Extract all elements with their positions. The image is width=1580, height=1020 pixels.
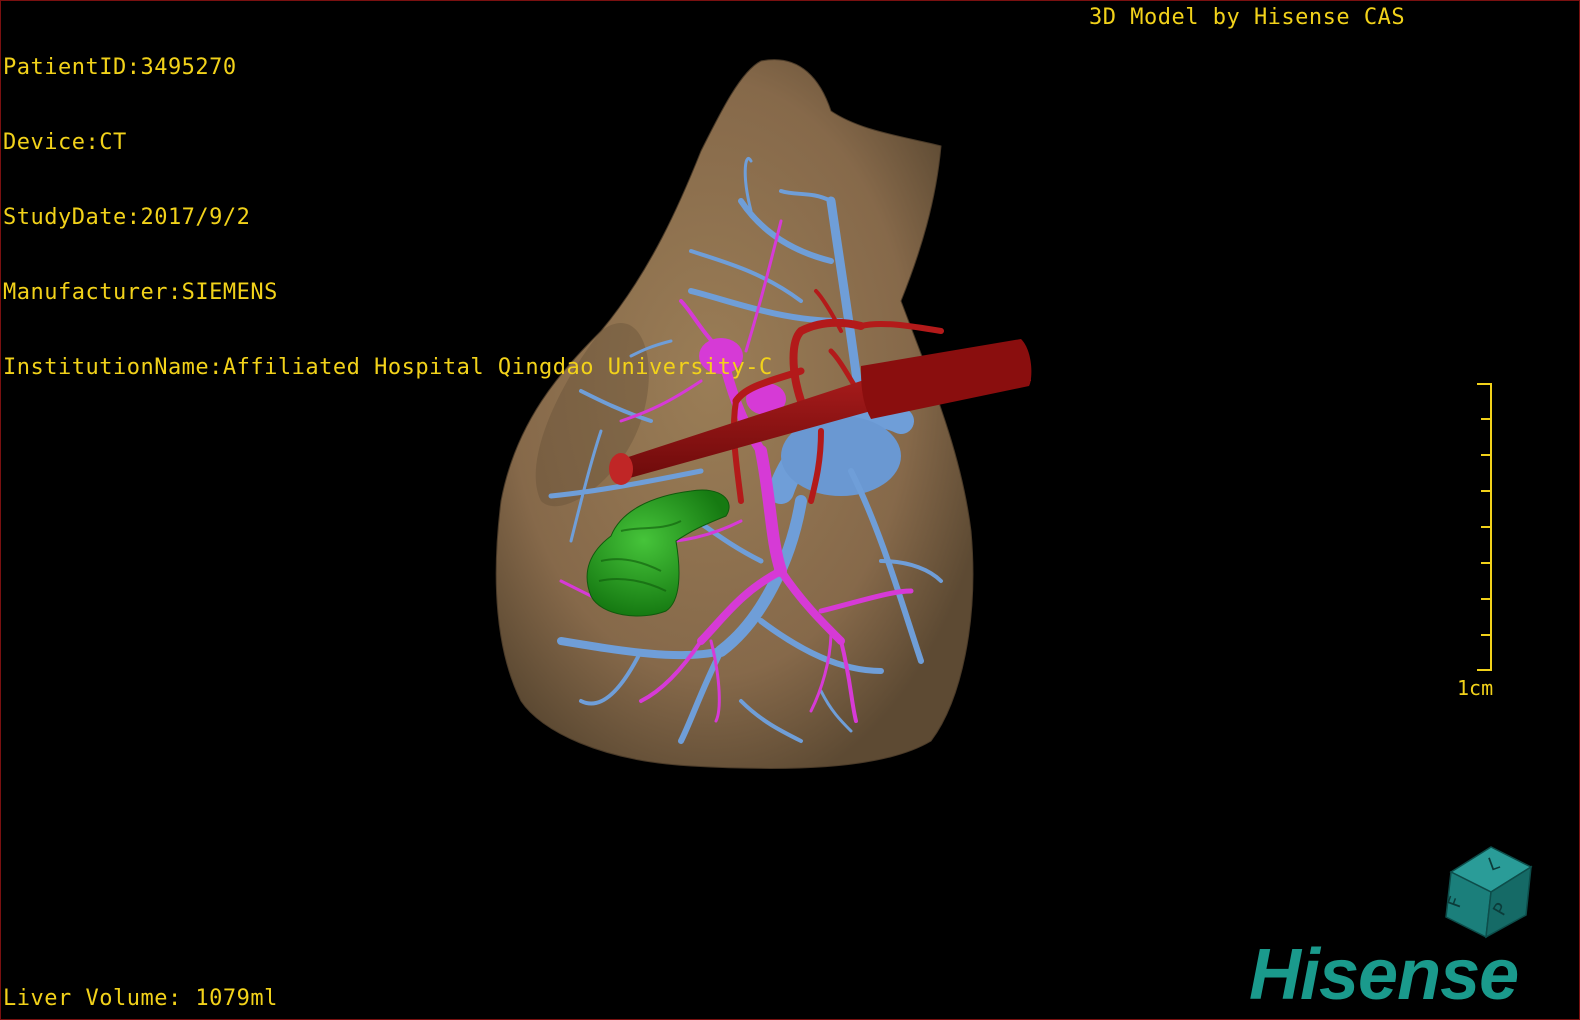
scale-label: 1cm xyxy=(1457,676,1494,700)
study-date-text: StudyDate:2017/9/2 xyxy=(3,205,251,230)
model-credit: 3D Model by Hisense CAS xyxy=(1089,5,1406,30)
scale-bar xyxy=(1477,383,1492,671)
device-text: Device:CT xyxy=(3,130,127,155)
liver-volume-text: Liver Volume: 1079ml xyxy=(3,986,278,1011)
institution-text: InstitutionName:Affiliated Hospital Qing… xyxy=(3,355,773,380)
3d-viewport[interactable]: PatientID:3495270 Device:CT StudyDate:20… xyxy=(0,0,1580,1020)
orientation-cube-icon[interactable]: L F P xyxy=(1431,837,1541,947)
patient-info: PatientID:3495270 Device:CT StudyDate:20… xyxy=(3,5,773,430)
manufacturer-text: Manufacturer:SIEMENS xyxy=(3,280,278,305)
patient-id-text: PatientID:3495270 xyxy=(3,55,237,80)
hisense-logo: Hisense xyxy=(1249,935,1519,1015)
